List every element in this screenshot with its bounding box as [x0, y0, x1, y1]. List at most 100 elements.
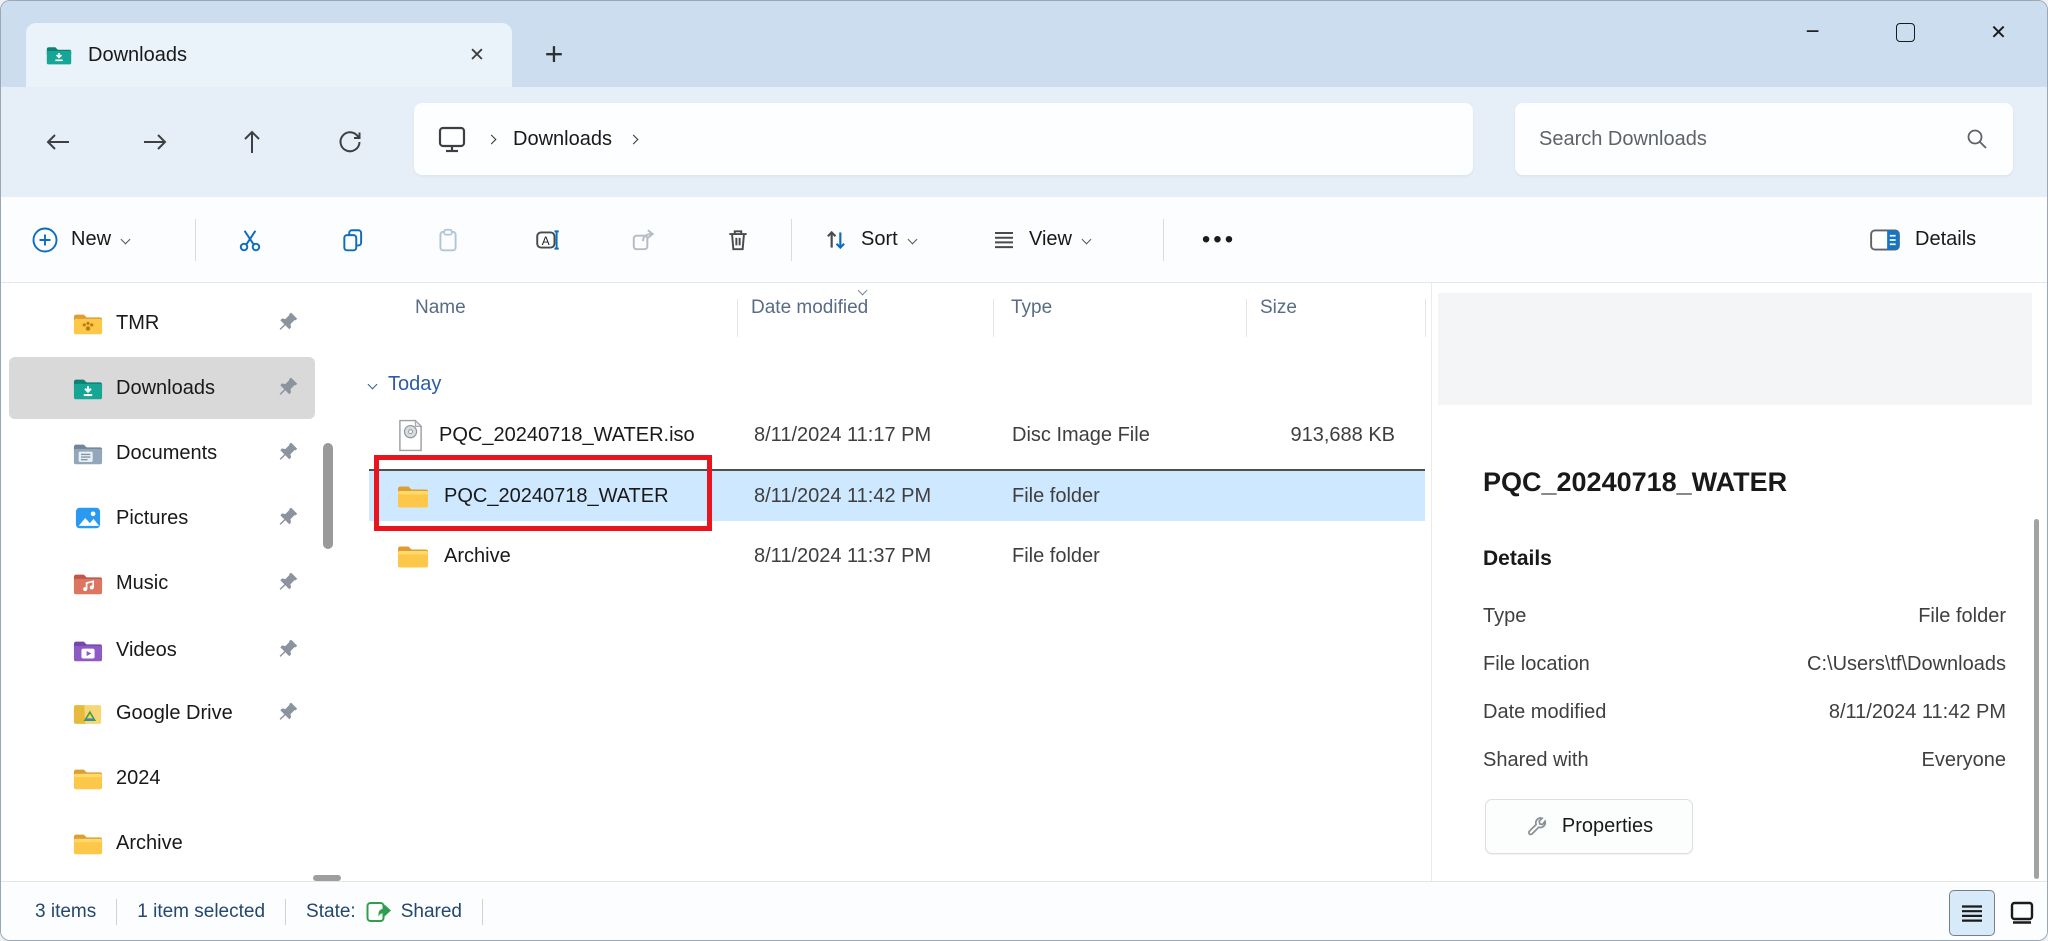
- status-separator: [481, 899, 483, 925]
- sort-arrows-icon: [823, 227, 849, 253]
- up-button[interactable]: [229, 119, 275, 165]
- paste-button[interactable]: [422, 214, 474, 266]
- sidebar-item-2024[interactable]: 2024: [9, 747, 315, 809]
- this-pc-monitor-icon[interactable]: [436, 125, 468, 153]
- file-date-modified: 8/11/2024 11:42 PM: [754, 484, 932, 507]
- sidebar-item-documents[interactable]: Documents: [9, 422, 315, 484]
- sidebar-item-music[interactable]: Music: [9, 552, 315, 614]
- column-header-size[interactable]: Size: [1260, 297, 1297, 319]
- file-size: 913,688 KB: [1290, 423, 1395, 446]
- pin-icon: [277, 311, 299, 333]
- details-pane-icon: [1869, 227, 1901, 253]
- delete-button[interactable]: [712, 214, 764, 266]
- status-bar: 3 items 1 item selected State: Shared: [1, 881, 2047, 940]
- shared-state-icon: [366, 900, 393, 924]
- group-header-today[interactable]: Today: [367, 369, 442, 399]
- details-pane-scrollbar[interactable]: [2034, 519, 2039, 879]
- breadcrumb-chevron-icon[interactable]: [628, 134, 639, 144]
- sidebar-item-videos[interactable]: Videos: [9, 619, 315, 681]
- copy-icon: [343, 229, 363, 252]
- trash-icon: [729, 230, 747, 251]
- file-row-iso[interactable]: PQC_20240718_WATER.iso 8/11/2024 11:17 P…: [369, 410, 1425, 460]
- search-icon[interactable]: [1965, 127, 1989, 151]
- command-toolbar: New A Sort View ••• Details: [1, 197, 2047, 283]
- folder-icon: [397, 543, 429, 569]
- details-toggle-label: Details: [1915, 228, 1977, 250]
- back-button[interactable]: [35, 119, 81, 165]
- more-options-button[interactable]: •••: [1189, 214, 1249, 266]
- pin-icon: [277, 638, 299, 660]
- paste-icon: [439, 228, 457, 252]
- navigation-bar: Downloads Search Downloads: [1, 87, 2047, 197]
- share-button[interactable]: [617, 214, 669, 266]
- new-tab-button[interactable]: +: [531, 31, 577, 77]
- details-row-shared-with: Shared with Everyone: [1483, 743, 2006, 777]
- sidebar-item-label: TMR: [116, 311, 160, 334]
- details-pane-toggle[interactable]: Details: [1869, 197, 1976, 282]
- videos-folder-icon: [73, 638, 103, 663]
- details-heading: Details: [1483, 547, 1552, 570]
- details-row-date-modified: Date modified 8/11/2024 11:42 PM: [1483, 695, 2006, 729]
- sort-button-label: Sort: [861, 228, 898, 250]
- detail-label: File location: [1483, 652, 1590, 675]
- column-header-type[interactable]: Type: [1011, 297, 1052, 319]
- file-name: PQC_20240718_WATER.iso: [439, 423, 695, 446]
- tab-close-icon[interactable]: ✕: [458, 36, 496, 74]
- sidebar-scrollbar[interactable]: [323, 443, 333, 549]
- scissors-icon: [239, 230, 261, 252]
- back-arrow-icon: [46, 134, 69, 150]
- large-icons-view-icon: [2010, 901, 2034, 924]
- sort-button[interactable]: Sort: [823, 197, 918, 282]
- column-divider[interactable]: [1246, 299, 1247, 337]
- column-header-date-modified[interactable]: Date modified: [751, 297, 868, 319]
- column-divider[interactable]: [993, 299, 994, 337]
- detail-label: Shared with: [1483, 748, 1589, 771]
- breadcrumb-item-downloads[interactable]: Downloads: [513, 128, 612, 151]
- thumbnail-view-toggle[interactable]: [2001, 890, 2043, 936]
- copy-button[interactable]: [327, 214, 379, 266]
- details-view-toggle[interactable]: [1949, 890, 1995, 936]
- column-divider[interactable]: [1425, 299, 1426, 337]
- tab-downloads[interactable]: Downloads ✕: [26, 23, 512, 87]
- red-annotation-box: [374, 455, 712, 531]
- chevron-down-icon: [1081, 234, 1092, 245]
- view-button[interactable]: View: [991, 197, 1092, 282]
- sidebar-item-downloads[interactable]: Downloads: [9, 357, 315, 419]
- share-icon: [632, 229, 655, 251]
- sidebar-item-google-drive[interactable]: Google Drive: [9, 682, 315, 744]
- search-input[interactable]: Search Downloads: [1539, 128, 1965, 151]
- column-header-name[interactable]: Name: [415, 297, 466, 319]
- sidebar-item-archive[interactable]: Archive: [9, 812, 315, 874]
- rename-icon: A: [536, 230, 559, 250]
- refresh-button[interactable]: [327, 119, 373, 165]
- column-divider[interactable]: [737, 299, 738, 337]
- sidebar-item-label: Music: [116, 571, 169, 594]
- sidebar-item-label: Downloads: [116, 376, 215, 399]
- sidebar-item-pictures[interactable]: Pictures: [9, 487, 315, 549]
- file-row-archive[interactable]: Archive 8/11/2024 11:37 PM File folder: [369, 531, 1425, 581]
- address-bar[interactable]: Downloads: [414, 103, 1473, 175]
- sidebar-item-label: 2024: [116, 766, 161, 789]
- ellipsis-icon: •••: [1201, 226, 1237, 253]
- file-name: Archive: [444, 544, 511, 567]
- search-box[interactable]: Search Downloads: [1515, 103, 2013, 175]
- cut-button[interactable]: [224, 214, 276, 266]
- rename-button[interactable]: A: [522, 214, 574, 266]
- maximize-button[interactable]: [1859, 1, 1952, 63]
- folder-icon: [73, 766, 103, 791]
- refresh-icon: [339, 131, 361, 153]
- sidebar-item-label: Videos: [116, 638, 177, 661]
- minimize-button[interactable]: −: [1766, 1, 1859, 63]
- view-button-label: View: [1029, 228, 1072, 250]
- plus-circle-icon: [31, 226, 59, 254]
- new-button[interactable]: New: [31, 197, 131, 282]
- forward-button[interactable]: [132, 119, 178, 165]
- sidebar-item-tmr[interactable]: TMR: [9, 292, 315, 354]
- close-button[interactable]: ✕: [1952, 1, 2045, 63]
- group-label: Today: [388, 372, 442, 395]
- downloads-folder-icon: [73, 376, 103, 401]
- collapse-chevron-icon[interactable]: [367, 379, 378, 389]
- properties-button[interactable]: Properties: [1485, 799, 1693, 854]
- pin-icon: [277, 506, 299, 528]
- breadcrumb-chevron-icon[interactable]: [486, 134, 497, 144]
